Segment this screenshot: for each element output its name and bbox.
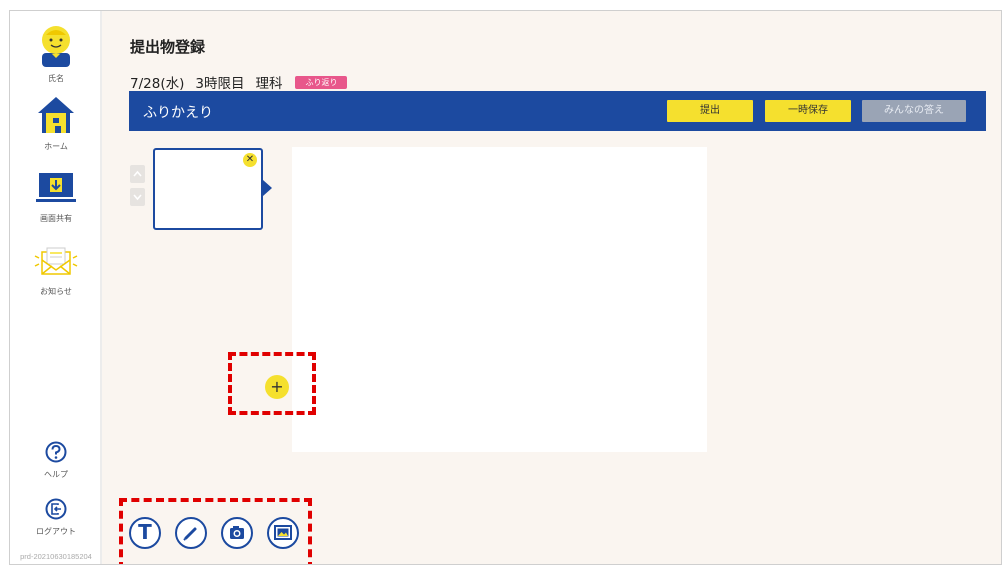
assignment-bar: ふりかえり 提出 一時保存 みんなの答え	[129, 91, 986, 131]
sidebar-item-label: ヘルプ	[44, 470, 68, 479]
page-down-button[interactable]	[130, 188, 145, 206]
page-up-button[interactable]	[130, 165, 145, 183]
sidebar: 氏名 ホーム 画面共有 お知らせ ヘルプ ログアウト prd-202106301…	[10, 11, 102, 564]
home-icon	[38, 97, 74, 133]
sidebar-item-help[interactable]: ヘルプ	[10, 441, 102, 480]
build-version: prd-20210630185204	[20, 552, 92, 561]
lesson-period: 3時限目	[195, 76, 245, 92]
sidebar-item-notices[interactable]: お知らせ	[10, 246, 102, 297]
assignment-title: ふりかえり	[143, 105, 213, 121]
sidebar-item-label: ログアウト	[36, 527, 76, 536]
sidebar-item-label: お知らせ	[40, 287, 72, 296]
lesson-info: 7/28(水) 3時限目 理科 ふり返り	[130, 72, 348, 92]
sidebar-item-screen-share[interactable]: 画面共有	[10, 171, 102, 224]
highlight-add-button	[228, 352, 316, 415]
chevron-up-icon	[133, 170, 142, 177]
help-icon	[45, 441, 67, 463]
sidebar-item-name[interactable]: 氏名	[10, 23, 102, 84]
everyone-answers-button[interactable]: みんなの答え	[862, 100, 966, 122]
sidebar-item-logout[interactable]: ログアウト	[10, 498, 102, 537]
page-title: 提出物登録	[130, 38, 206, 56]
sidebar-item-label: 画面共有	[40, 214, 72, 223]
mail-icon	[34, 247, 78, 275]
save-draft-button[interactable]: 一時保存	[765, 100, 851, 122]
avatar-icon	[42, 26, 70, 67]
delete-page-button[interactable]: ✕	[243, 153, 257, 167]
chevron-down-icon	[133, 194, 142, 201]
selected-page-pointer	[263, 180, 272, 196]
sidebar-item-label: 氏名	[48, 74, 64, 83]
category-tag: ふり返り	[295, 75, 348, 89]
app-frame: 氏名 ホーム 画面共有 お知らせ ヘルプ ログアウト prd-202106301…	[9, 10, 1002, 565]
submit-button[interactable]: 提出	[667, 100, 753, 122]
logout-icon	[45, 498, 67, 520]
lesson-subject: 理科	[255, 76, 283, 92]
drawing-canvas[interactable]	[292, 147, 707, 452]
screen-share-icon	[36, 173, 76, 202]
page-thumbnail[interactable]: ✕	[153, 148, 263, 230]
highlight-tools	[119, 498, 312, 564]
sidebar-item-label: ホーム	[44, 142, 68, 151]
lesson-date: 7/28(水)	[130, 76, 185, 92]
sidebar-item-home[interactable]: ホーム	[10, 95, 102, 152]
